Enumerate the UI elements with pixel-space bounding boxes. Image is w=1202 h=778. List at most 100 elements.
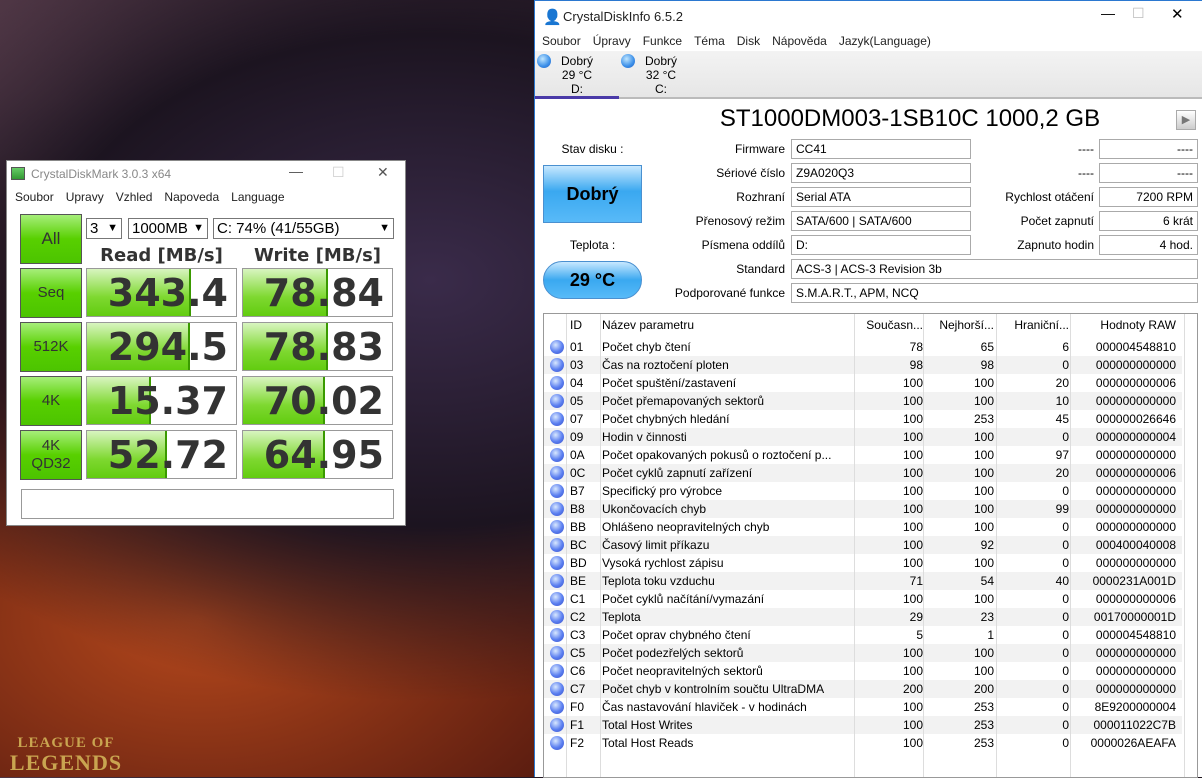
menu-item[interactable]: Disk xyxy=(731,34,766,48)
table-row[interactable]: 01 Počet chyb čtení 78 65 6 000004548810 xyxy=(544,338,1182,356)
disk-tab-d[interactable]: Dobrý 29 °C D: xyxy=(535,51,619,99)
cell-threshold: 45 xyxy=(1055,412,1069,426)
read-result-cell: 294.5 xyxy=(86,322,237,371)
cell-threshold: 99 xyxy=(1055,502,1069,516)
table-row[interactable]: 07 Počet chybných hledání 100 253 45 00000002… xyxy=(544,410,1182,428)
cell-raw: 000000000000 xyxy=(1095,556,1176,570)
cell-id: C7 xyxy=(570,682,586,696)
menu-item[interactable]: Téma xyxy=(688,34,731,48)
cell-id: 09 xyxy=(570,430,584,444)
cell-threshold: 10 xyxy=(1055,394,1069,408)
table-row[interactable]: BE Teplota toku vzduchu 71 54 40 0000231A001D xyxy=(544,572,1182,590)
table-row[interactable]: C5 Počet podezřelých sektorů 100 100 0 000000… xyxy=(544,644,1182,662)
test-count-select[interactable]: 3 ▼ xyxy=(86,218,122,239)
cell-worst: 54 xyxy=(980,574,994,588)
table-row[interactable]: B8 Ukončovacích chyb 100 100 99 000000000000 xyxy=(544,500,1182,518)
menu-item[interactable]: Soubor xyxy=(535,34,587,48)
cell-id: 01 xyxy=(570,340,584,354)
health-indicator-icon xyxy=(550,592,564,606)
health-indicator-icon xyxy=(550,718,564,732)
cell-worst: 100 xyxy=(973,448,994,462)
cell-current: 100 xyxy=(902,394,923,408)
table-row[interactable]: C2 Teplota 29 23 0 00170000001D xyxy=(544,608,1182,626)
table-row[interactable]: BD Vysoká rychlost zápisu 100 100 0 000000000… xyxy=(544,554,1182,572)
column-header[interactable]: Hodnoty RAW xyxy=(1072,318,1176,332)
menu-vzhled[interactable]: Vzhled xyxy=(110,190,159,204)
menu-item[interactable]: Funkce xyxy=(637,34,688,48)
minimize-button[interactable]: — xyxy=(1101,5,1115,21)
write-value: 78.83 xyxy=(263,325,384,369)
cell-current: 100 xyxy=(902,664,923,678)
read-result-cell: 15.37 xyxy=(86,376,237,425)
menu-item[interactable]: Nápověda xyxy=(766,34,833,48)
table-row[interactable]: B7 Specifický pro výrobce 100 100 0 000000000… xyxy=(544,482,1182,500)
cell-raw: 000000000000 xyxy=(1095,448,1176,462)
cell-id: B7 xyxy=(570,484,585,498)
right-field-value: 7200 RPM xyxy=(1099,187,1198,207)
run-all-button[interactable]: All xyxy=(20,214,82,264)
cell-raw: 000000000000 xyxy=(1095,520,1176,534)
column-header[interactable]: Název parametru xyxy=(602,318,694,332)
disk-tab-c[interactable]: Dobrý 32 °C C: xyxy=(619,51,703,99)
cell-worst: 92 xyxy=(980,538,994,552)
cell-raw: 0000026AEAFA xyxy=(1090,736,1176,750)
cell-current: 100 xyxy=(902,718,923,732)
cell-id: 04 xyxy=(570,376,584,390)
drive-select[interactable]: C: 74% (41/55GB) ▼ xyxy=(213,218,394,239)
menu-upravy[interactable]: Upravy xyxy=(60,190,110,204)
test-button-4k[interactable]: 4K xyxy=(20,376,82,426)
cell-worst: 100 xyxy=(973,466,994,480)
table-row[interactable]: C7 Počet chyb v kontrolním součtu UltraDM… xyxy=(544,680,1182,698)
cell-id: C6 xyxy=(570,664,586,678)
table-row[interactable]: 0C Počet cyklů zapnutí zařízení 100 100 20 00… xyxy=(544,464,1182,482)
cell-worst: 100 xyxy=(973,376,994,390)
maximize-button[interactable]: ☐ xyxy=(332,164,345,181)
health-indicator-icon xyxy=(550,538,564,552)
cell-threshold: 0 xyxy=(1062,358,1069,372)
disk-letter: D: xyxy=(571,82,583,96)
column-header[interactable]: Současn... xyxy=(855,318,923,332)
cell-raw: 000004548810 xyxy=(1095,340,1176,354)
table-row[interactable]: 03 Čas na roztočení ploten 98 98 0 0000000000… xyxy=(544,356,1182,374)
cell-name: Čas na roztočení ploten xyxy=(602,358,729,372)
close-button[interactable]: ✕ xyxy=(377,164,389,181)
status-box xyxy=(21,489,394,519)
table-row[interactable]: C3 Počet oprav chybného čtení 5 1 0 000004548… xyxy=(544,626,1182,644)
cell-id: 03 xyxy=(570,358,584,372)
column-header[interactable]: Nejhorší... xyxy=(924,318,994,332)
minimize-button[interactable]: — xyxy=(289,163,303,179)
menu-soubor[interactable]: Soubor xyxy=(7,190,60,204)
cell-raw: 000000000000 xyxy=(1095,664,1176,678)
maximize-button[interactable]: ☐ xyxy=(1132,5,1145,22)
test-button-512k[interactable]: 512K xyxy=(20,322,82,372)
test-button-seq[interactable]: Seq xyxy=(20,268,82,318)
cell-id: BD xyxy=(570,556,587,570)
table-row[interactable]: F1 Total Host Writes 100 253 0 000011022C7B xyxy=(544,716,1182,734)
table-row[interactable]: 04 Počet spuštění/zastavení 100 100 20 000000… xyxy=(544,374,1182,392)
close-button[interactable]: ✕ xyxy=(1171,5,1184,23)
table-row[interactable]: F0 Čas nastavování hlaviček - v hodinách 1… xyxy=(544,698,1182,716)
column-header[interactable]: ID xyxy=(570,318,582,332)
menu-napoveda[interactable]: Napoveda xyxy=(158,190,225,204)
table-row[interactable]: 09 Hodin v činnosti 100 100 0 000000000004 xyxy=(544,428,1182,446)
menu-item[interactable]: Úpravy xyxy=(587,34,637,48)
table-row[interactable]: C1 Počet cyklů načítání/vymazání 100 100 0 00… xyxy=(544,590,1182,608)
cell-worst: 200 xyxy=(973,682,994,696)
table-row[interactable]: 05 Počet přemapovaných sektorů 100 100 10 000… xyxy=(544,392,1182,410)
cell-name: Počet opakovaných pokusů o roztočení p..… xyxy=(602,448,832,462)
test-size-select[interactable]: 1000MB ▼ xyxy=(128,218,208,239)
column-header[interactable]: Hraniční... xyxy=(997,318,1069,332)
table-row[interactable]: BC Časový limit příkazu 100 92 0 000400040008 xyxy=(544,536,1182,554)
table-row[interactable]: BB Ohlášeno neopravitelných chyb 100 100 0 00… xyxy=(544,518,1182,536)
test-button-4k-qd32[interactable]: 4K QD32 xyxy=(20,430,82,480)
read-value: 15.37 xyxy=(107,379,228,423)
cell-raw: 000000000006 xyxy=(1095,466,1176,480)
menu-item[interactable]: Jazyk(Language) xyxy=(833,34,937,48)
table-row[interactable]: C6 Počet neopravitelných sektorů 100 100 0 00… xyxy=(544,662,1182,680)
menu-language[interactable]: Language xyxy=(225,190,290,204)
next-disk-button[interactable]: ▶ xyxy=(1176,110,1196,130)
table-row[interactable]: 0A Počet opakovaných pokusů o roztočení p… xyxy=(544,446,1182,464)
table-row[interactable]: F2 Total Host Reads 100 253 0 0000026AEAFA xyxy=(544,734,1182,752)
cell-name: Total Host Writes xyxy=(602,718,693,732)
right-field-label: Zapnuto hodin xyxy=(1017,238,1094,252)
